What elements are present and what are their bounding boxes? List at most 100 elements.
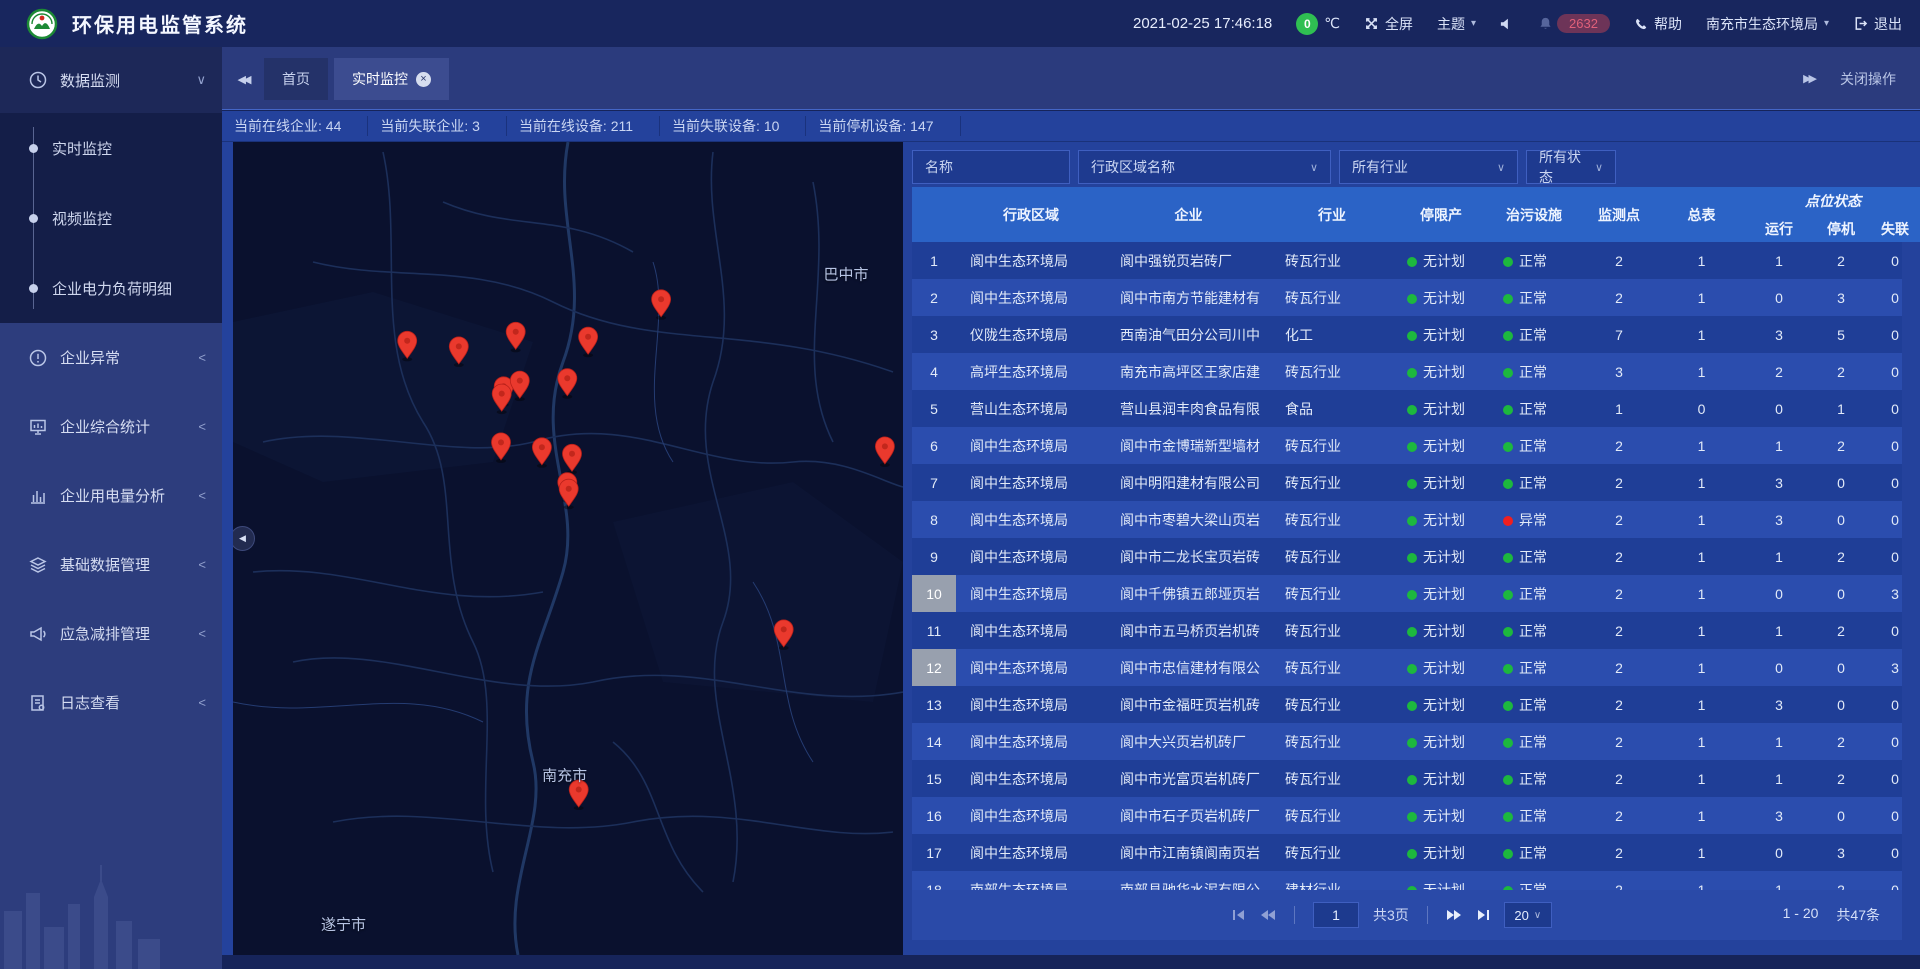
help-button[interactable]: 帮助 (1634, 14, 1682, 34)
table-row[interactable]: 7阆中生态环境局阆中明阳建材有限公司砖瓦行业无计划正常21300 (912, 464, 1902, 501)
logout-button[interactable]: 退出 (1853, 14, 1902, 34)
sidebar-item-group[interactable]: 应急减排管理< (0, 599, 222, 668)
sidebar-subitem[interactable]: 实时监控 (0, 113, 222, 183)
page-number-input[interactable]: 1 (1313, 902, 1359, 928)
theme-dropdown[interactable]: 主题▾ (1437, 14, 1476, 34)
sidebar-subitem[interactable]: 视频监控 (0, 183, 222, 253)
table-row[interactable]: 8阆中生态环境局阆中市枣碧大梁山页岩砖瓦行业无计划异常21300 (912, 501, 1902, 538)
table-row[interactable]: 14阆中生态环境局阆中大兴页岩机砖厂砖瓦行业无计划正常21120 (912, 723, 1902, 760)
first-page-button[interactable] (1232, 909, 1246, 921)
table-row[interactable]: 2阆中生态环境局阆中市南方节能建材有砖瓦行业无计划正常21030 (912, 279, 1902, 316)
col-stop[interactable]: 停机 (1814, 215, 1868, 242)
cell-pollution-status: 正常 (1489, 464, 1579, 501)
page-size-select[interactable]: 20 ∨ (1504, 902, 1552, 928)
fullscreen-button[interactable]: 全屏 (1364, 14, 1413, 34)
app-title: 环保用电监管系统 (72, 9, 248, 38)
map-panel[interactable]: 巴中市南充市遂宁市 ◀ (233, 142, 903, 955)
cell-run-count: 1 (1744, 427, 1814, 464)
next-page-button[interactable] (1446, 909, 1462, 921)
cell-company: 阆中大兴页岩机砖厂 (1106, 723, 1271, 760)
mute-button[interactable] (1500, 17, 1514, 31)
sidebar-item-group[interactable]: 企业异常< (0, 323, 222, 392)
table-row[interactable]: 5营山生态环境局营山县润丰肉食品有限食品无计划正常10010 (912, 390, 1902, 427)
prev-page-button[interactable] (1260, 909, 1276, 921)
last-page-button[interactable] (1476, 909, 1490, 921)
cell-limit-status: 无计划 (1393, 279, 1489, 316)
cell-offline-count: 0 (1868, 871, 1902, 890)
status-dot-icon (1407, 516, 1417, 526)
cell-offline-count: 3 (1868, 575, 1902, 612)
sidebar-item-group[interactable]: 基础数据管理< (0, 530, 222, 599)
col-monitor[interactable]: 监测点 (1579, 187, 1659, 242)
col-company[interactable]: 企业 (1106, 187, 1271, 242)
region-filter-select[interactable]: 行政区域名称 ∨ (1078, 150, 1331, 184)
cell-meter-count: 1 (1659, 760, 1744, 797)
name-filter[interactable] (912, 150, 1070, 184)
cell-monitor-count: 2 (1579, 760, 1659, 797)
status-text: 无计划 (1423, 660, 1465, 676)
table-row[interactable]: 18南部生态环境局南部县驰华水泥有限公建材行业无计划正常21120 (912, 871, 1902, 890)
table-row[interactable]: 16阆中生态环境局阆中市石子页岩机砖厂砖瓦行业无计划正常21300 (912, 797, 1902, 834)
table-row[interactable]: 6阆中生态环境局阆中市金博瑞新型墙材砖瓦行业无计划正常21120 (912, 427, 1902, 464)
table-row[interactable]: 9阆中生态环境局阆中市二龙长宝页岩砖砖瓦行业无计划正常21120 (912, 538, 1902, 575)
cell-pollution-status: 正常 (1489, 427, 1579, 464)
cell-offline-count: 0 (1868, 797, 1902, 834)
col-limit[interactable]: 停限产 (1393, 187, 1489, 242)
tab-实时监控[interactable]: 实时监控× (334, 58, 449, 100)
user-org-dropdown[interactable]: 南充市生态环境局▾ (1706, 14, 1829, 34)
cell-meter-count: 1 (1659, 538, 1744, 575)
table-row[interactable]: 12阆中生态环境局阆中市忠信建材有限公砖瓦行业无计划正常21003 (912, 649, 1902, 686)
cell-limit-status: 无计划 (1393, 501, 1489, 538)
cell-stop-count: 2 (1814, 427, 1868, 464)
table-row[interactable]: 10阆中生态环境局阆中千佛镇五郎垭页岩砖瓦行业无计划正常21003 (912, 575, 1902, 612)
cell-monitor-count: 2 (1579, 575, 1659, 612)
col-pollution[interactable]: 治污设施 (1489, 187, 1579, 242)
status-filter-select[interactable]: 所有状态 ∨ (1526, 150, 1616, 184)
first-page-icon (1232, 909, 1246, 921)
tab-首页[interactable]: 首页 (264, 58, 328, 100)
sidebar-subitem-label: 企业电力负荷明细 (52, 278, 172, 299)
table-row[interactable]: 3仪陇生态环境局西南油气田分公司川中化工无计划正常71350 (912, 316, 1902, 353)
table-row[interactable]: 17阆中生态环境局阆中市江南镇阆南页岩砖瓦行业无计划正常21030 (912, 834, 1902, 871)
sidebar-item-group[interactable]: 企业用电量分析< (0, 461, 222, 530)
cell-limit-status: 无计划 (1393, 575, 1489, 612)
cell-monitor-count: 1 (1579, 390, 1659, 427)
col-meter[interactable]: 总表 (1659, 187, 1744, 242)
sidebar-item-group[interactable]: 数据监测∨ (0, 47, 222, 113)
cell-limit-status: 无计划 (1393, 797, 1489, 834)
close-operations-button[interactable]: 关闭操作 (1840, 69, 1896, 89)
table-row[interactable]: 13阆中生态环境局阆中市金福旺页岩机砖砖瓦行业无计划正常21300 (912, 686, 1902, 723)
close-icon[interactable]: × (416, 72, 431, 87)
table-row[interactable]: 15阆中生态环境局阆中市光富页岩机砖厂砖瓦行业无计划正常21120 (912, 760, 1902, 797)
map-city-label: 遂宁市 (321, 914, 366, 935)
bullet-icon (29, 214, 38, 223)
cell-pollution-status: 正常 (1489, 723, 1579, 760)
industry-filter-select[interactable]: 所有行业 ∨ (1339, 150, 1518, 184)
row-number: 10 (912, 575, 956, 612)
table-row[interactable]: 4高坪生态环境局南充市高坪区王家店建砖瓦行业无计划正常31220 (912, 353, 1902, 390)
status-text: 正常 (1519, 364, 1547, 380)
status-text: 无计划 (1423, 845, 1465, 861)
sidebar-item-label: 日志查看 (60, 692, 120, 713)
sidebar-item-group[interactable]: 企业综合统计< (0, 392, 222, 461)
notifications[interactable]: 2632 (1538, 14, 1610, 33)
table-row[interactable]: 11阆中生态环境局阆中市五马桥页岩机砖砖瓦行业无计划正常21120 (912, 612, 1902, 649)
sidebar-item-label: 数据监测 (60, 70, 120, 91)
status-text: 正常 (1519, 623, 1547, 639)
status-dot-icon (1407, 590, 1417, 600)
cell-company: 阆中市金福旺页岩机砖 (1106, 686, 1271, 723)
sidebar-subitem[interactable]: 企业电力负荷明细 (0, 253, 222, 323)
cell-monitor-count: 2 (1579, 464, 1659, 501)
sidebar-item-label: 企业用电量分析 (60, 485, 165, 506)
col-run[interactable]: 运行 (1744, 215, 1814, 242)
table-row[interactable]: 1阆中生态环境局阆中强锐页岩砖厂砖瓦行业无计划正常21120 (912, 242, 1902, 279)
tab-scroll-right-button[interactable]: ▶▶ (1803, 72, 1814, 85)
cell-pollution-status: 正常 (1489, 760, 1579, 797)
sidebar-item-group[interactable]: 日志查看< (0, 668, 222, 737)
tab-bar: ◀◀ 首页实时监控× ▶▶ 关闭操作 (222, 47, 1920, 110)
name-filter-input[interactable] (925, 159, 1057, 175)
col-region[interactable]: 行政区域 (956, 187, 1106, 242)
col-offline[interactable]: 失联 (1868, 215, 1920, 242)
col-industry[interactable]: 行业 (1271, 187, 1393, 242)
tab-scroll-left-button[interactable]: ◀◀ (222, 58, 264, 100)
